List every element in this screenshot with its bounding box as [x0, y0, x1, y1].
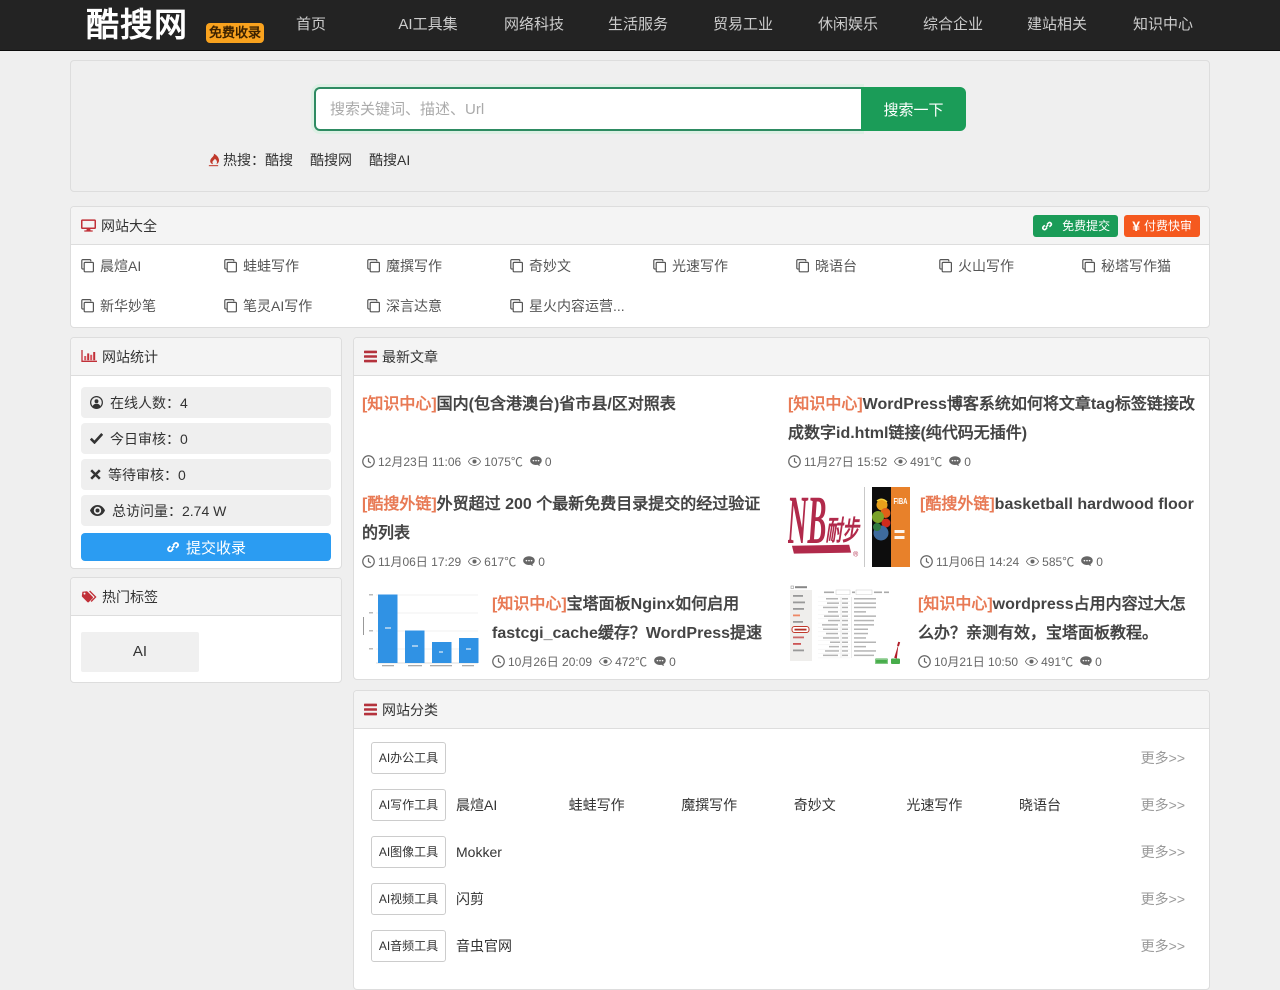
- svg-text:耐步: 耐步: [826, 515, 862, 546]
- svg-text:FIBA: FIBA: [894, 497, 908, 506]
- svg-text:®: ®: [853, 551, 858, 559]
